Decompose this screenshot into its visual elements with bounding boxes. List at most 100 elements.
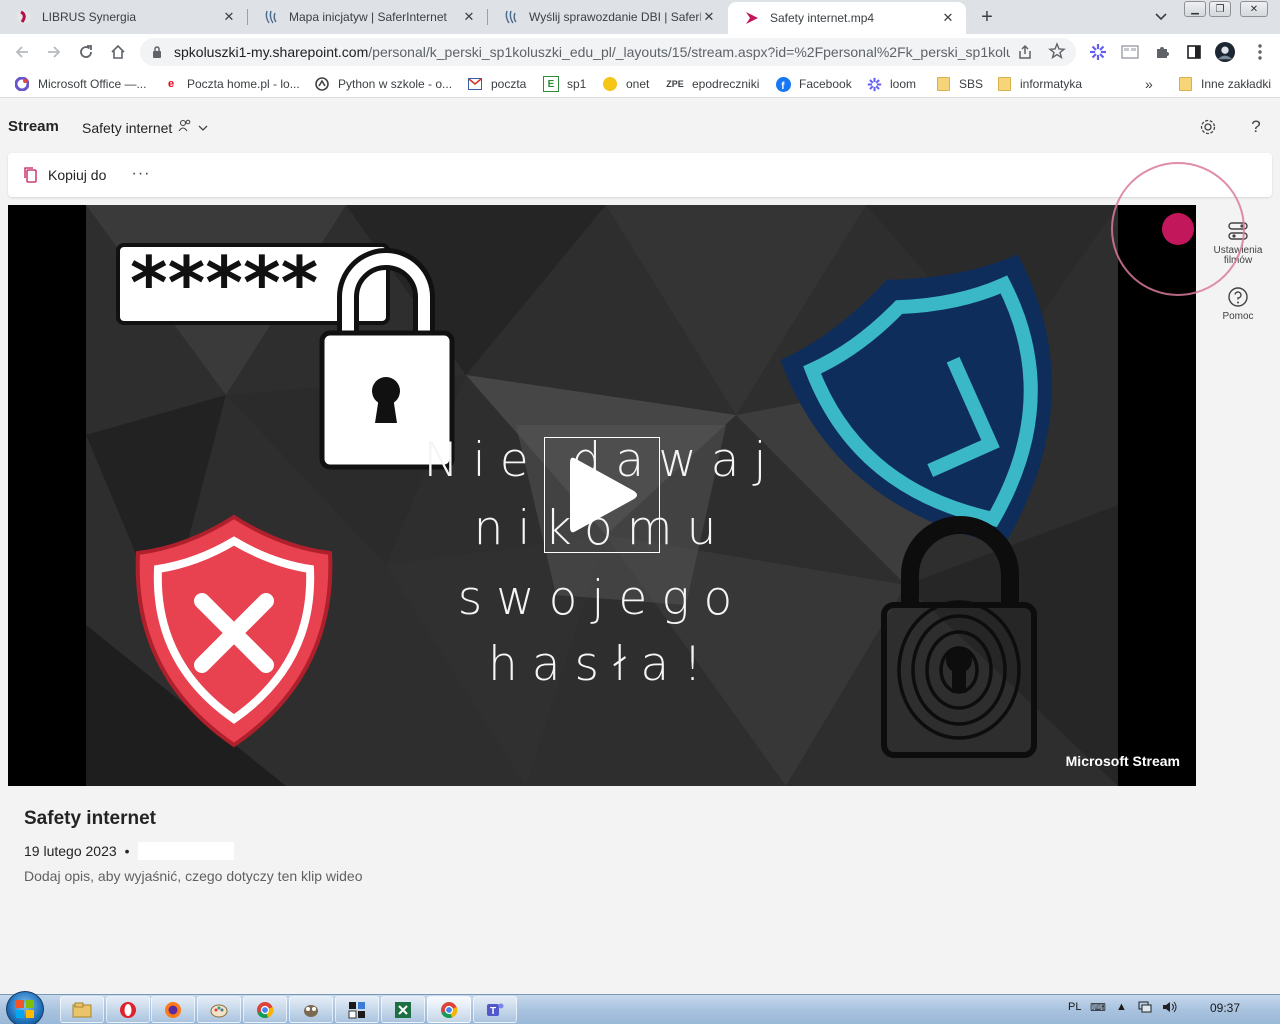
bookmark-microsoft-office[interactable]: Microsoft Office —... xyxy=(14,75,146,93)
tab-title: Safety internet.mp4 xyxy=(770,11,875,25)
more-options-button[interactable]: ··· xyxy=(126,163,156,185)
microsoft-stream-watermark: Microsoft Stream xyxy=(1065,753,1180,769)
tab-safety-internet[interactable]: Safety internet.mp4 ✕ xyxy=(728,2,966,34)
bookmark-star-icon[interactable] xyxy=(1048,42,1066,63)
bookmark-onet[interactable]: onet xyxy=(602,75,649,93)
folder-icon xyxy=(935,76,951,92)
taskbar-gimp[interactable] xyxy=(289,996,333,1023)
tab-title: Wyślij sprawozdanie DBI | SaferIn xyxy=(529,10,701,24)
windows-start-button[interactable] xyxy=(6,991,44,1024)
slide-line-3: swojego xyxy=(457,571,747,626)
back-arrow-icon[interactable] xyxy=(10,40,34,64)
close-window-button[interactable]: ✕ xyxy=(1240,1,1268,17)
taskbar-teams[interactable]: T xyxy=(473,996,517,1023)
taskbar-chrome-active[interactable] xyxy=(427,996,471,1023)
app-name[interactable]: Stream xyxy=(8,118,59,135)
close-tab-icon[interactable]: ✕ xyxy=(221,9,237,25)
bookmark-loom[interactable]: loom xyxy=(866,75,916,93)
taskbar-explorer[interactable] xyxy=(60,996,104,1023)
lock-icon xyxy=(153,46,161,58)
facebook-icon: f xyxy=(775,76,791,92)
gimp-icon xyxy=(304,1004,318,1017)
password-mask-text: ***** xyxy=(130,241,318,325)
shared-people-icon xyxy=(178,119,192,136)
bookmark-folder-informatyka[interactable]: informatyka xyxy=(996,75,1082,93)
home-icon[interactable] xyxy=(106,40,130,64)
clock[interactable]: 09:37 xyxy=(1210,1001,1240,1015)
tab-librus[interactable]: LIBRUS Synergia ✕ xyxy=(0,0,248,34)
tab-mapa-inicjatyw[interactable]: Mapa inicjatyw | SaferInternet ✕ xyxy=(247,0,488,34)
minimize-window-button[interactable]: ▁ xyxy=(1184,1,1206,17)
language-indicator[interactable]: PL xyxy=(1068,1001,1081,1013)
folder-icon xyxy=(996,76,1012,92)
close-tab-icon[interactable]: ✕ xyxy=(940,10,956,26)
video-description[interactable]: Dodaj opis, aby wyjaśnić, czego dotyczy … xyxy=(24,868,363,884)
chrome-icon xyxy=(441,1001,458,1018)
bookmark-epodreczniki[interactable]: ZPE epodreczniki xyxy=(666,75,759,93)
bookmark-facebook[interactable]: f Facebook xyxy=(775,75,852,93)
taskbar-app[interactable] xyxy=(335,996,379,1023)
browser-tab-strip: LIBRUS Synergia ✕ Mapa inicjatyw | Safer… xyxy=(0,0,1280,34)
taskbar-firefox[interactable] xyxy=(151,996,195,1023)
close-tab-icon[interactable]: ✕ xyxy=(461,9,477,25)
command-bar: Kopiuj do ··· xyxy=(8,153,1272,197)
taskbar-excel[interactable] xyxy=(381,996,425,1023)
bookmarks-overflow-button[interactable]: » xyxy=(1145,75,1153,93)
tab-title: LIBRUS Synergia xyxy=(42,10,137,24)
tab-search-chevron-icon[interactable] xyxy=(1152,8,1170,26)
saferinternet-icon xyxy=(503,9,519,25)
other-bookmarks-folder[interactable]: Inne zakładki xyxy=(1177,75,1271,93)
video-meta: 19 lutego 2023 • xyxy=(24,842,234,860)
saferinternet-icon xyxy=(263,9,279,25)
breadcrumb[interactable]: Safety internet xyxy=(82,119,208,136)
tab-manager-extension-icon[interactable] xyxy=(1120,42,1140,62)
video-player[interactable]: ***** Nie dawaj nikomu swojego hasła! Mi… xyxy=(8,205,1196,786)
taskbar-opera[interactable] xyxy=(106,996,150,1023)
redacted-field xyxy=(137,842,234,860)
opera-icon xyxy=(120,1001,136,1018)
taskbar-paint[interactable] xyxy=(197,996,241,1023)
stream-icon xyxy=(744,10,760,26)
taskbar-chrome[interactable] xyxy=(243,996,287,1023)
folder-icon xyxy=(1177,76,1193,92)
play-button[interactable] xyxy=(544,437,660,553)
network-icon[interactable] xyxy=(1138,1001,1152,1016)
extensions-puzzle-icon[interactable] xyxy=(1152,42,1172,62)
bookmark-sp1[interactable]: E sp1 xyxy=(543,75,586,93)
maximize-window-button[interactable]: ❐ xyxy=(1209,1,1231,17)
help-button[interactable]: Pomoc xyxy=(1208,286,1268,322)
office-icon xyxy=(14,76,30,92)
settings-gear-icon[interactable] xyxy=(1197,116,1219,138)
windows-taskbar: T PL ⌨ ▲ 09:37 xyxy=(0,991,1280,1024)
browser-menu-icon[interactable] xyxy=(1250,42,1270,62)
side-panel-icon[interactable] xyxy=(1184,42,1204,62)
breadcrumb-title: Safety internet xyxy=(82,119,173,136)
browser-toolbar: spkoluszki1-my.sharepoint.com/personal/k… xyxy=(0,34,1280,70)
video-title: Safety internet xyxy=(24,808,156,829)
volume-icon[interactable] xyxy=(1162,1001,1178,1016)
new-tab-button[interactable]: + xyxy=(976,6,998,28)
help-question-icon[interactable]: ? xyxy=(1245,116,1267,138)
close-tab-icon[interactable]: ✕ xyxy=(701,9,717,25)
help-circle-icon xyxy=(1228,287,1248,307)
forward-arrow-icon[interactable] xyxy=(42,40,66,64)
address-bar[interactable]: spkoluszki1-my.sharepoint.com/personal/k… xyxy=(140,38,1076,66)
profile-avatar[interactable] xyxy=(1215,42,1235,62)
bookmark-folder-sbs[interactable]: SBS xyxy=(935,75,983,93)
chevron-down-icon xyxy=(198,122,208,134)
loom-extension-icon[interactable] xyxy=(1088,42,1108,62)
svg-text:T: T xyxy=(490,1006,496,1017)
bookmark-python-w-szkole[interactable]: Python w szkole - o... xyxy=(314,75,452,93)
tab-wyslij-sprawozdanie[interactable]: Wyślij sprawozdanie DBI | SaferIn ✕ xyxy=(487,0,727,34)
tray-expand-icon[interactable]: ▲ xyxy=(1116,1001,1127,1013)
bookmark-poczta[interactable]: poczta xyxy=(467,75,526,93)
url-text: spkoluszki1-my.sharepoint.com/personal/k… xyxy=(174,44,1010,60)
python-school-icon xyxy=(314,76,330,92)
copy-to-button[interactable]: Kopiuj do xyxy=(22,164,106,186)
reload-icon[interactable] xyxy=(74,40,98,64)
keyboard-icon[interactable]: ⌨ xyxy=(1090,1001,1106,1014)
meta-separator: • xyxy=(124,843,130,859)
share-icon[interactable] xyxy=(1016,43,1034,64)
bookmark-poczta-homepl[interactable]: e Poczta home.pl - lo... xyxy=(163,75,300,93)
loom-icon xyxy=(866,76,882,92)
